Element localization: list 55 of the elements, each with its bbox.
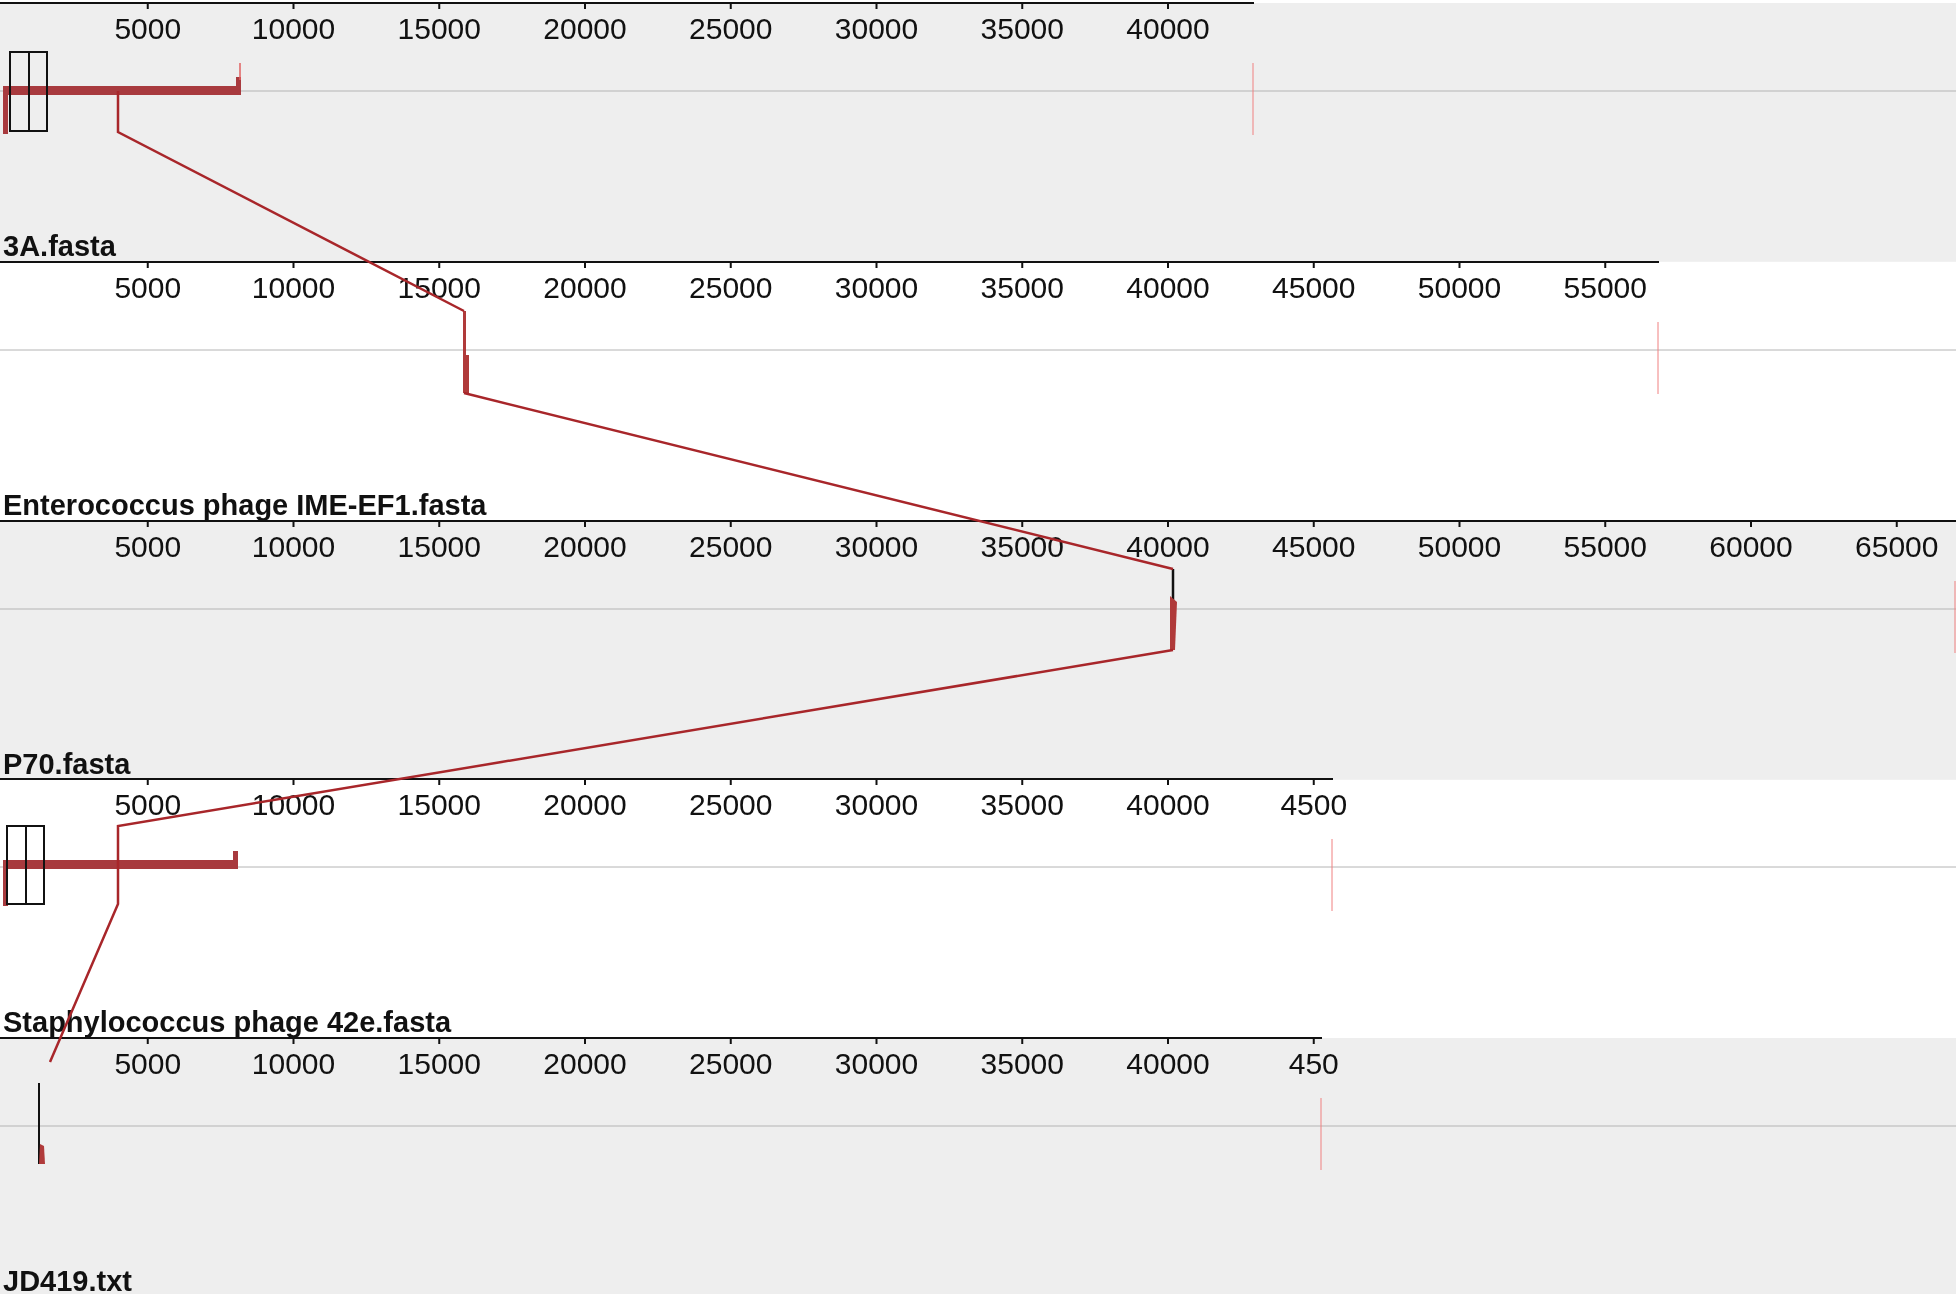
tick-label: 60000 (1709, 530, 1793, 563)
tick-label: 5000 (114, 12, 182, 45)
tick-label: 30000 (834, 530, 919, 563)
tick-label: 4500 (1280, 788, 1348, 821)
tick-label: 5000 (114, 271, 182, 304)
tick-label: 5000 (114, 530, 182, 563)
genome-name: P70.fasta (3, 748, 131, 780)
tick-label: 450 (1288, 1047, 1339, 1080)
tick-label: 15000 (397, 1047, 481, 1080)
box-outline-icon (6, 825, 45, 905)
tick-label: 5000 (114, 1047, 182, 1080)
tick-label: 10000 (251, 271, 336, 304)
tick-label: 30000 (834, 271, 919, 304)
tick-label: 40000 (1126, 788, 1210, 821)
tick-label: 55000 (1563, 271, 1647, 304)
tick-label: 10000 (251, 530, 336, 563)
tick-label: 10000 (251, 12, 336, 45)
tick-label: 45000 (1272, 271, 1356, 304)
tick-label: 15000 (397, 788, 481, 821)
tick-label: 50000 (1417, 271, 1502, 304)
tick-label: 30000 (834, 1047, 919, 1080)
tick-label: 65000 (1855, 530, 1939, 563)
tick-label: 40000 (1126, 1047, 1210, 1080)
tick-label: 20000 (543, 530, 627, 563)
tick-label: 15000 (397, 12, 481, 45)
tick-label: 25000 (689, 1047, 773, 1080)
tick-label: 20000 (543, 271, 627, 304)
tick-label: 55000 (1563, 530, 1647, 563)
tick-label: 25000 (689, 788, 773, 821)
genome-name: JD419.txt (3, 1265, 132, 1294)
tick-label: 30000 (834, 12, 919, 45)
genome-name: 3A.fasta (3, 230, 116, 262)
tick-label: 50000 (1417, 530, 1502, 563)
tick-label: 40000 (1126, 12, 1210, 45)
tick-label: 20000 (543, 788, 627, 821)
tick-label: 10000 (251, 1047, 336, 1080)
tick-label: 30000 (834, 788, 919, 821)
genome-name: Enterococcus phage IME-EF1.fasta (3, 489, 487, 521)
tick-label: 35000 (980, 12, 1064, 45)
tick-label: 25000 (689, 530, 773, 563)
tick-label: 10000 (251, 788, 336, 821)
tick-label: 40000 (1126, 530, 1210, 563)
tick-label: 35000 (980, 271, 1064, 304)
tick-label: 45000 (1272, 530, 1356, 563)
box-outline-icon (9, 51, 48, 132)
tick-label: 35000 (980, 530, 1064, 563)
tick-label: 35000 (980, 788, 1064, 821)
tick-label: 20000 (543, 12, 627, 45)
tick-label: 15000 (397, 530, 481, 563)
tick-label: 25000 (689, 271, 773, 304)
tick-label: 20000 (543, 1047, 627, 1080)
tick-label: 5000 (114, 788, 182, 821)
tick-label: 35000 (980, 1047, 1064, 1080)
tick-label: 25000 (689, 12, 773, 45)
tick-label: 40000 (1126, 271, 1210, 304)
